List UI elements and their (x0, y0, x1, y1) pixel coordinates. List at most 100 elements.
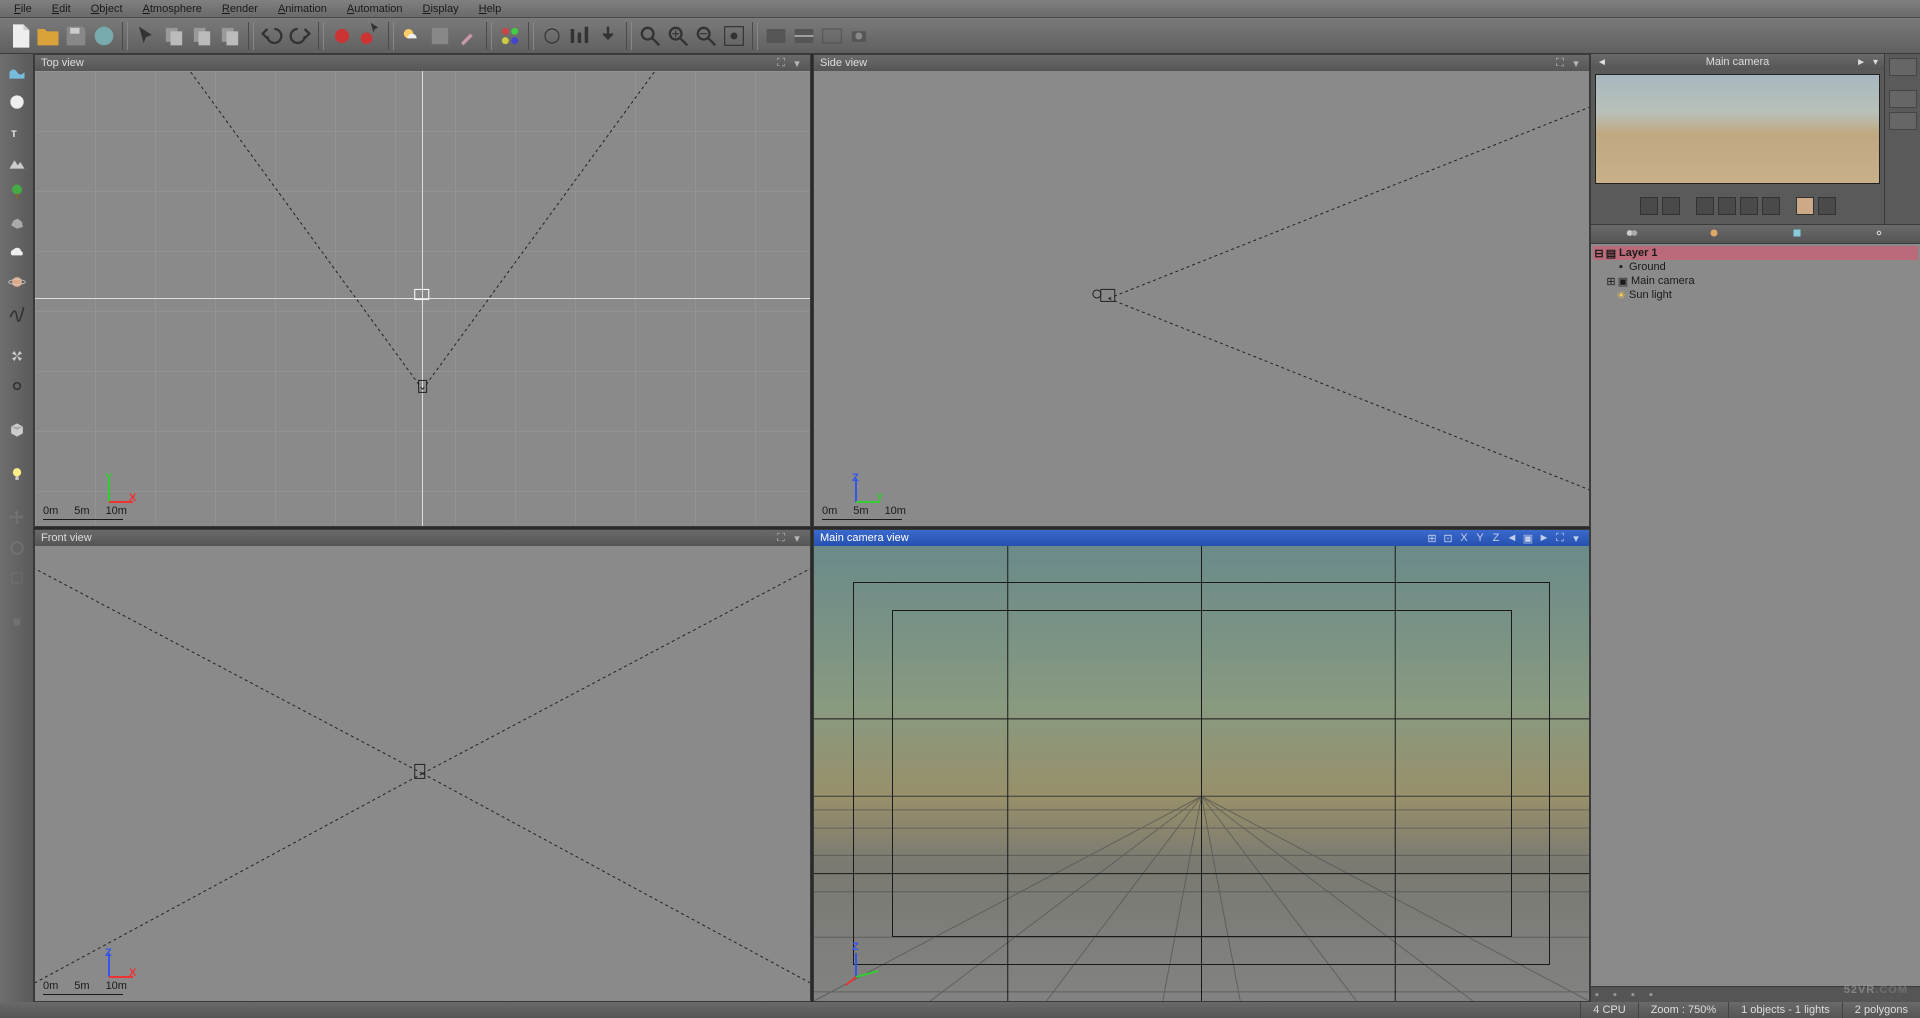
preview-thumbnail[interactable] (1595, 74, 1880, 184)
menu-automation[interactable]: Automation (337, 1, 413, 17)
undo-button[interactable] (258, 22, 286, 50)
align-button[interactable] (566, 22, 594, 50)
frame-selected-button[interactable] (720, 22, 748, 50)
light-tool[interactable] (3, 460, 31, 488)
save-button[interactable] (62, 22, 90, 50)
ventilator-tool[interactable] (3, 342, 31, 370)
scale-button[interactable] (538, 22, 566, 50)
maximize-icon[interactable]: ⛶ (1553, 531, 1567, 545)
cube-tool[interactable] (3, 416, 31, 444)
preview-menu-icon[interactable]: ▾ (1869, 57, 1882, 68)
options-icon[interactable]: ▾ (790, 56, 804, 70)
camera-view-canvas[interactable] (814, 546, 1589, 1001)
maximize-icon[interactable]: ⛶ (1553, 56, 1567, 70)
footer-icon[interactable]: ▪ (1613, 989, 1625, 1001)
front-view-canvas[interactable] (35, 546, 810, 1001)
copy-button[interactable] (160, 22, 188, 50)
front-viewport[interactable]: Front view ⛶ ▾ Z X 0m5m10m (34, 529, 811, 1002)
menu-help[interactable]: Help (469, 1, 512, 17)
layer-row[interactable]: ⊟ ▤ Layer 1 (1593, 246, 1918, 260)
curve-tool[interactable] (3, 298, 31, 326)
scale-tool[interactable] (3, 564, 31, 592)
ecosystem-button[interactable] (496, 22, 524, 50)
menu-edit[interactable]: Edit (42, 1, 81, 17)
terrain-tool[interactable] (3, 148, 31, 176)
vp-tool-icon[interactable]: ⊡ (1441, 531, 1455, 545)
planet-tool[interactable] (3, 268, 31, 296)
footer-icon[interactable]: ▪ (1649, 989, 1661, 1001)
text-tool[interactable]: T (3, 118, 31, 146)
preview-tool-button[interactable] (1662, 197, 1680, 215)
preview-tool-button[interactable] (1640, 197, 1658, 215)
preview-tool-button[interactable] (1696, 197, 1714, 215)
plant-tool[interactable] (3, 178, 31, 206)
display-mode2-button[interactable] (790, 22, 818, 50)
maximize-icon[interactable]: ⛶ (774, 56, 788, 70)
materials-tab[interactable] (1673, 224, 1755, 245)
zoom-fit-button[interactable] (636, 22, 664, 50)
render-button[interactable] (328, 22, 356, 50)
render-region-button[interactable] (356, 22, 384, 50)
snap-tool[interactable] (3, 608, 31, 636)
display-mode3-button[interactable] (818, 22, 846, 50)
material-button[interactable] (426, 22, 454, 50)
top-view-canvas[interactable] (35, 71, 810, 526)
move-tool[interactable] (3, 504, 31, 532)
vp-tool-icon[interactable]: ⊞ (1425, 531, 1439, 545)
tree-item-ground[interactable]: ▪ Ground (1593, 260, 1918, 274)
footer-icon[interactable]: ▪ (1631, 989, 1643, 1001)
water-tool[interactable] (3, 58, 31, 86)
preview-next-icon[interactable]: ► (1852, 57, 1870, 68)
expand-icon[interactable]: ⊞ (1605, 275, 1617, 288)
paint-button[interactable] (454, 22, 482, 50)
vp-nav-icon[interactable]: ▣ (1521, 531, 1535, 545)
preview-tool-button[interactable] (1818, 197, 1836, 215)
preview-prev-icon[interactable]: ◄ (1593, 57, 1611, 68)
vp-nav-icon[interactable]: ► (1537, 531, 1551, 545)
options-icon[interactable]: ▾ (1569, 56, 1583, 70)
drop-button[interactable] (594, 22, 622, 50)
link-tool[interactable] (3, 372, 31, 400)
camera-button[interactable] (846, 22, 874, 50)
expand-icon[interactable]: ⊟ (1593, 247, 1605, 260)
preview-tool-button[interactable] (1740, 197, 1758, 215)
link-button[interactable] (1889, 112, 1917, 130)
rotate-tool[interactable] (3, 534, 31, 562)
side-viewport[interactable]: Side view ⛶ ▾ Z Y 0m5m10m (813, 54, 1590, 527)
menu-object[interactable]: Object (81, 1, 133, 17)
atmosphere-button[interactable] (398, 22, 426, 50)
browser-button[interactable] (90, 22, 118, 50)
camera-viewport[interactable]: Main camera view ⊞ ⊡ X Y Z ◄ ▣ ► ⛶ ▾ (813, 529, 1590, 1002)
preview-tool-button[interactable] (1718, 197, 1736, 215)
zoom-out-button[interactable] (692, 22, 720, 50)
edit-tool-button[interactable] (1889, 58, 1917, 76)
footer-icon[interactable]: ▪ (1595, 989, 1607, 1001)
paste-button[interactable] (188, 22, 216, 50)
menu-file[interactable]: File (4, 1, 42, 17)
preview-tool-button[interactable] (1762, 197, 1780, 215)
menu-atmosphere[interactable]: Atmosphere (133, 1, 212, 17)
display-mode1-button[interactable] (762, 22, 790, 50)
menu-display[interactable]: Display (413, 1, 469, 17)
vp-x-icon[interactable]: X (1457, 531, 1471, 545)
open-file-button[interactable] (34, 22, 62, 50)
links-tab[interactable] (1838, 224, 1920, 245)
new-file-button[interactable] (6, 22, 34, 50)
scene-tree[interactable]: ⊟ ▤ Layer 1 ▪ Ground ⊞ ▣ Main camera ☀ S… (1591, 244, 1920, 986)
menu-render[interactable]: Render (212, 1, 268, 17)
side-view-canvas[interactable] (814, 71, 1589, 526)
tree-item-camera[interactable]: ⊞ ▣ Main camera (1593, 274, 1918, 288)
preview-lock-button[interactable] (1796, 197, 1814, 215)
layers-tab[interactable] (1756, 224, 1838, 245)
select-button[interactable] (132, 22, 160, 50)
delete-button[interactable] (216, 22, 244, 50)
redo-button[interactable] (286, 22, 314, 50)
tree-item-sunlight[interactable]: ☀ Sun light (1593, 288, 1918, 302)
options-icon[interactable]: ▾ (1569, 531, 1583, 545)
menu-animation[interactable]: Animation (268, 1, 337, 17)
options-icon[interactable]: ▾ (790, 531, 804, 545)
library-button[interactable] (1889, 90, 1917, 108)
rock-tool[interactable] (3, 208, 31, 236)
sphere-tool[interactable] (3, 88, 31, 116)
zoom-in-button[interactable] (664, 22, 692, 50)
